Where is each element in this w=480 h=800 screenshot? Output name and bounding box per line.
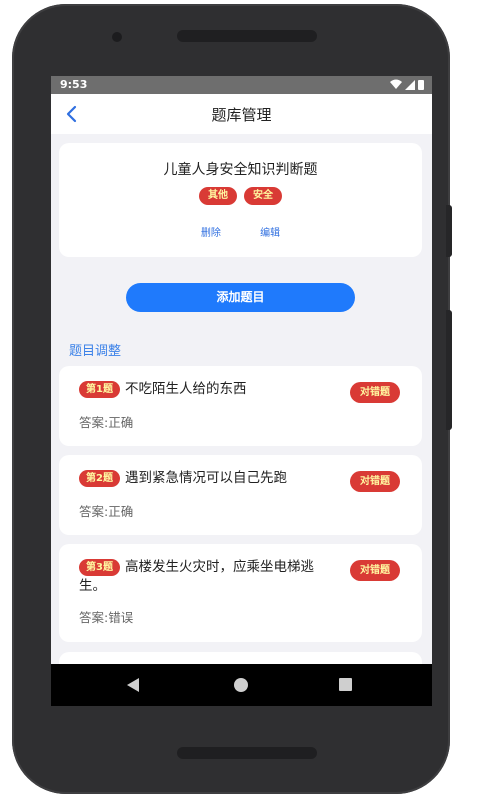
power-button xyxy=(446,205,452,257)
status-bar: 9:53 xyxy=(51,76,432,94)
status-time: 9:53 xyxy=(60,78,88,91)
battery-icon xyxy=(418,79,424,90)
question-text: 不吃陌生人给的东西 xyxy=(124,381,247,397)
tag-safety: 安全 xyxy=(244,187,282,205)
question-type-badge: 对错题 xyxy=(350,382,400,403)
question-answer: 答案:正确 xyxy=(79,504,134,519)
bottom-speaker xyxy=(177,747,317,759)
question-card-1[interactable]: 第1题 不吃陌生人给的东西 对错题 答案:正确 xyxy=(59,366,422,446)
question-text-block: 第2题 遇到紧急情况可以自己先跑 xyxy=(79,469,339,488)
question-text-block: 第1题 不吃陌生人给的东西 xyxy=(79,380,339,399)
question-bank-card: 儿童人身安全知识判断题 其他 安全 删除 编辑 xyxy=(59,143,422,257)
nav-recents-icon[interactable] xyxy=(339,678,352,691)
bank-title: 儿童人身安全知识判断题 xyxy=(163,162,318,178)
question-number-badge: 第3题 xyxy=(79,559,120,576)
system-nav-bar xyxy=(51,664,432,706)
question-type-badge: 对错题 xyxy=(350,560,400,581)
earpiece-speaker xyxy=(177,30,317,42)
edit-link[interactable]: 编辑 xyxy=(260,228,280,239)
section-label: 题目调整 xyxy=(69,344,122,359)
nav-home-icon[interactable] xyxy=(234,678,248,692)
tag-other: 其他 xyxy=(199,187,237,205)
nav-back-icon[interactable] xyxy=(127,678,139,692)
question-text: 遇到紧急情况可以自己先跑 xyxy=(124,470,287,486)
question-text-block: 第3题 高楼发生火灾时，应乘坐电梯逃生。 xyxy=(79,558,339,596)
question-type-badge: 对错题 xyxy=(350,471,400,492)
question-card-3[interactable]: 第3题 高楼发生火灾时，应乘坐电梯逃生。 对错题 答案:错误 xyxy=(59,544,422,642)
front-camera xyxy=(112,32,122,42)
status-icons xyxy=(390,79,424,90)
nav-bar: 题库管理 xyxy=(51,94,432,134)
question-number-badge: 第2题 xyxy=(79,470,120,487)
app-screen: 9:53 题库管理 儿童人身安全知识判断题 其他 安全 删除 编辑 添加题目 题… xyxy=(51,76,432,706)
bank-actions: 删除 编辑 xyxy=(59,224,422,239)
bank-tags: 其他 安全 xyxy=(59,187,422,205)
question-number-badge: 第1题 xyxy=(79,381,120,398)
wifi-icon xyxy=(390,79,402,89)
add-question-button[interactable]: 添加题目 xyxy=(126,283,355,312)
question-answer: 答案:错误 xyxy=(79,610,134,625)
delete-link[interactable]: 删除 xyxy=(201,228,221,239)
question-card-2[interactable]: 第2题 遇到紧急情况可以自己先跑 对错题 答案:正确 xyxy=(59,455,422,535)
page-title: 题库管理 xyxy=(211,106,272,124)
volume-button xyxy=(446,310,452,430)
cell-signal-icon xyxy=(405,79,415,90)
question-answer: 答案:正确 xyxy=(79,415,134,430)
